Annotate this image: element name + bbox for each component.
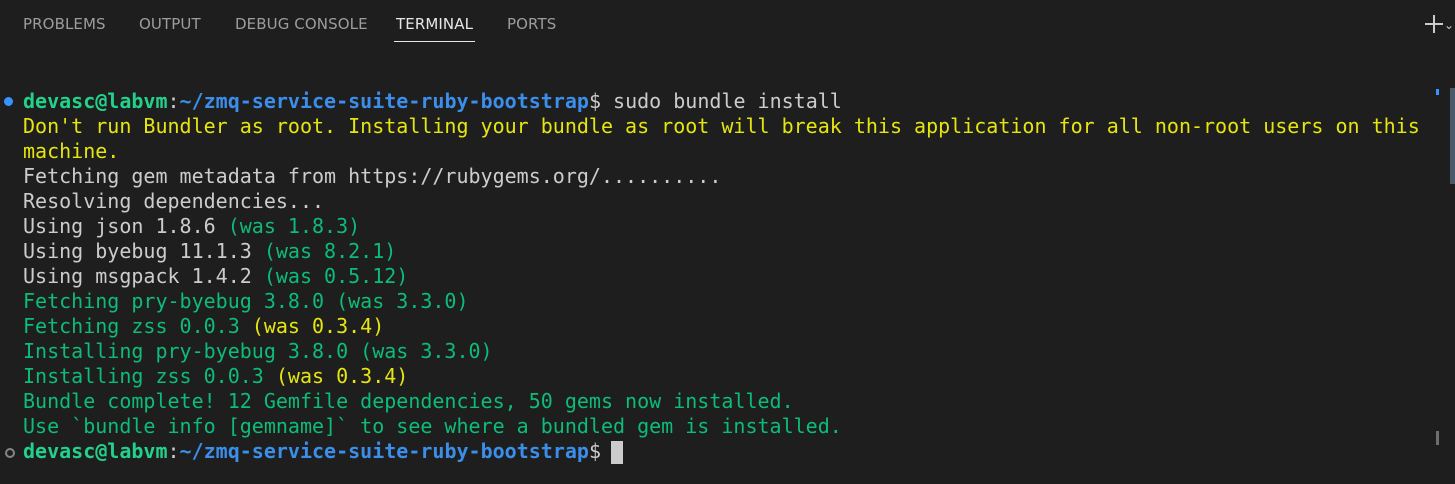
prompt-path: ~/zmq-service-suite-ruby-bootstrap [179, 439, 589, 463]
prompt-separator: : [167, 89, 180, 113]
prompt-symbol: $ [588, 439, 601, 463]
plus-icon-stroke [1433, 15, 1435, 33]
installing-zss-was: (was 0.3.4) [275, 364, 409, 388]
terminal-panel: PROBLEMS OUTPUT DEBUG CONSOLE TERMINAL P… [0, 0, 1455, 484]
prompt-user-host: devasc@labvm [23, 89, 168, 113]
terminal-cursor[interactable] [611, 441, 623, 464]
overview-ruler-mark [1436, 431, 1439, 445]
prompt-separator: : [167, 439, 180, 463]
terminal-line-prompt-current: devasc@labvm:~/zmq-service-suite-ruby-bo… [23, 439, 601, 464]
terminal-line-fetching-metadata: Fetching gem metadata from https://rubyg… [23, 164, 722, 188]
tab-ports[interactable]: PORTS [507, 15, 556, 33]
terminal-line-using-byebug: Using byebug 11.1.3 (was 8.2.1) [23, 239, 396, 264]
terminal-scrollbar[interactable] [1450, 88, 1455, 184]
tab-terminal[interactable]: TERMINAL [396, 15, 473, 33]
command-pending-decoration-icon[interactable] [5, 448, 15, 458]
terminal-line-using-json: Using json 1.8.6 (was 1.8.3) [23, 214, 360, 239]
terminal-line-using-msgpack: Using msgpack 1.4.2 (was 0.5.12) [23, 264, 408, 289]
chevron-down-icon[interactable]: ⌄ [1444, 18, 1454, 32]
terminal-line-warning-cont: machine. [23, 139, 120, 163]
terminal-line-installing-pry: Installing pry-byebug 3.8.0 (was 3.3.0) [23, 339, 493, 363]
prompt-path: ~/zmq-service-suite-ruby-bootstrap [179, 89, 589, 113]
terminal-line-prompt: devasc@labvm:~/zmq-service-suite-ruby-bo… [23, 89, 842, 114]
fetching-zss-was: (was 0.3.4) [251, 314, 385, 338]
tab-debug-console[interactable]: DEBUG CONSOLE [235, 15, 368, 33]
panel-tab-bar: PROBLEMS OUTPUT DEBUG CONSOLE TERMINAL P… [0, 0, 1455, 48]
active-tab-indicator [394, 41, 475, 42]
new-terminal-button[interactable]: ⌄ [1424, 11, 1454, 37]
overview-ruler-mark [1436, 89, 1439, 95]
using-byebug-was: (was 8.2.1) [263, 239, 397, 263]
terminal-line-fetching-zss: Fetching zss 0.0.3 (was 0.3.4) [23, 314, 384, 339]
command-text: sudo bundle install [601, 89, 842, 113]
using-msgpack-text: Using msgpack 1.4.2 [23, 264, 264, 288]
fetching-zss-text: Fetching zss 0.0.3 [23, 314, 252, 338]
installing-zss-text: Installing zss 0.0.3 [23, 364, 276, 388]
terminal-line-resolving: Resolving dependencies... [23, 189, 325, 213]
terminal-line-warning: Don't run Bundler as root. Installing yo… [23, 114, 1420, 138]
prompt-symbol: $ [588, 89, 601, 113]
tab-output[interactable]: OUTPUT [139, 15, 201, 33]
terminal-line-bundle-info: Use `bundle info [gemname]` to see where… [23, 414, 842, 438]
using-byebug-text: Using byebug 11.1.3 [23, 239, 264, 263]
using-json-was: (was 1.8.3) [227, 214, 361, 238]
using-json-text: Using json 1.8.6 [23, 214, 228, 238]
terminal-line-bundle-complete: Bundle complete! 12 Gemfile dependencies… [23, 389, 794, 413]
prompt-user-host: devasc@labvm [23, 439, 168, 463]
using-msgpack-was: (was 0.5.12) [263, 264, 409, 288]
tab-problems[interactable]: PROBLEMS [23, 15, 106, 33]
command-success-decoration-icon[interactable] [4, 97, 13, 106]
terminal-line-installing-zss: Installing zss 0.0.3 (was 0.3.4) [23, 364, 408, 389]
terminal-line-fetching-pry: Fetching pry-byebug 3.8.0 (was 3.3.0) [23, 289, 469, 313]
